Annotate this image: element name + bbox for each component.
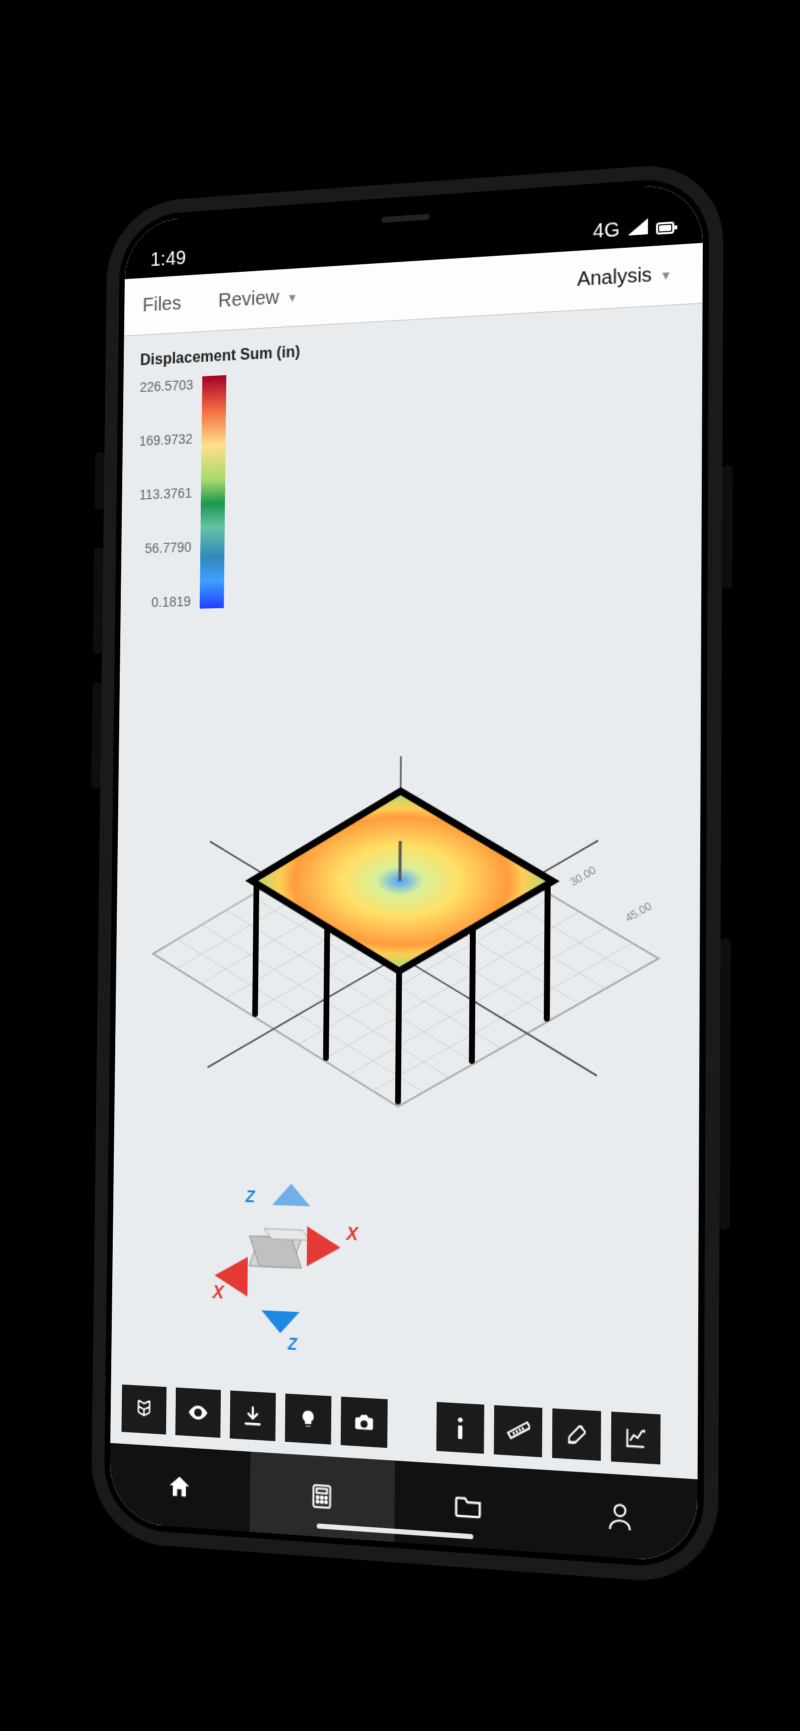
svg-text:Z: Z [245, 1188, 256, 1206]
viewport-3d[interactable]: Displacement Sum (in) 226.5703 169.9732 … [110, 303, 702, 1479]
tab-label: Analysis [577, 264, 652, 292]
tab-label: Review [218, 286, 279, 312]
side-button [91, 682, 101, 788]
camera-button[interactable] [341, 1396, 388, 1447]
tab-label: Files [142, 292, 181, 316]
phone-frame: 1:49 4G Files Review ▼ [91, 160, 724, 1585]
side-button [722, 465, 733, 588]
svg-text:X: X [211, 1281, 225, 1302]
chevron-down-icon: ▼ [287, 290, 298, 304]
eraser-button[interactable] [552, 1408, 601, 1460]
svg-text:30.00: 30.00 [568, 864, 598, 889]
chevron-down-icon: ▼ [660, 267, 672, 282]
nav-home[interactable] [109, 1442, 250, 1531]
structure-model [249, 789, 553, 1104]
info-button[interactable] [436, 1401, 484, 1453]
side-button [93, 547, 103, 653]
svg-text:Z: Z [287, 1336, 298, 1354]
nav-profile[interactable] [543, 1469, 697, 1562]
svg-text:X: X [345, 1223, 359, 1244]
tab-analysis[interactable]: Analysis ▼ [557, 242, 703, 310]
scene-svg: 30.00 45.00 00.00 15.00 [110, 303, 702, 1479]
measure-button[interactable] [494, 1405, 542, 1457]
visibility-button[interactable] [175, 1387, 221, 1437]
battery-icon [656, 220, 674, 233]
model-view-button[interactable] [121, 1384, 166, 1434]
graph-button[interactable] [611, 1411, 661, 1464]
signal-icon [628, 217, 648, 241]
screen: 1:49 4G Files Review ▼ [109, 182, 703, 1563]
tab-files[interactable]: Files [124, 274, 200, 335]
svg-text:45.00: 45.00 [623, 899, 654, 924]
status-time: 1:49 [150, 247, 186, 271]
side-button [95, 452, 105, 510]
side-button [719, 938, 731, 1229]
tab-review[interactable]: Review ▼ [199, 267, 317, 331]
orientation-gizmo: X X Z Z [211, 1181, 360, 1357]
status-network: 4G [593, 219, 620, 244]
light-button[interactable] [285, 1393, 332, 1444]
download-button[interactable] [230, 1390, 276, 1441]
